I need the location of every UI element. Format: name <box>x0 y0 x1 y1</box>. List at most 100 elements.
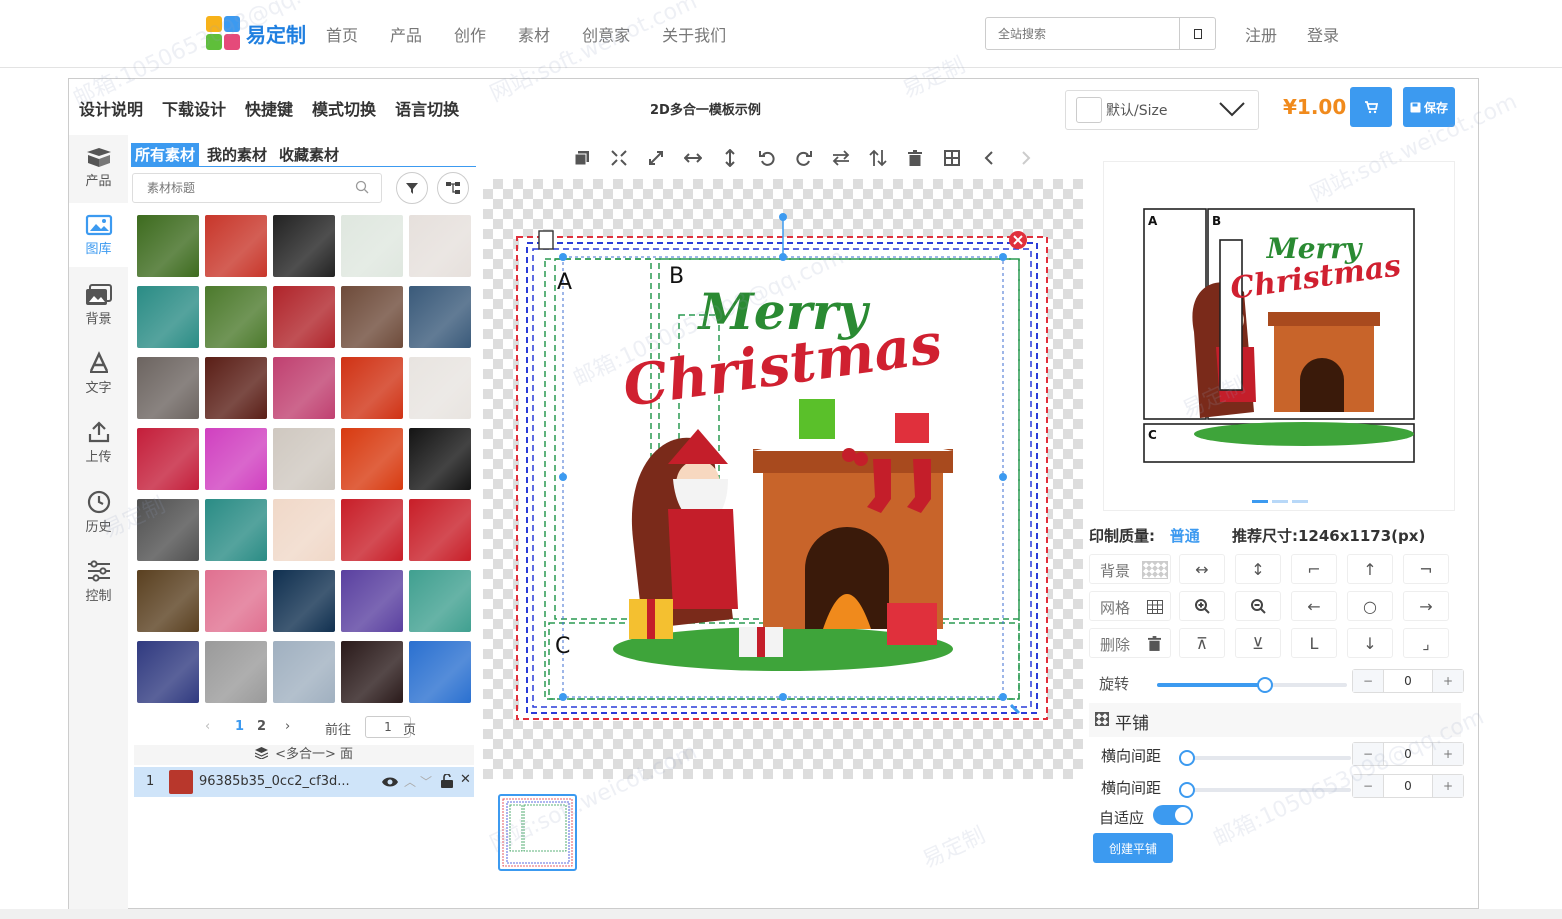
asset-thumbnail[interactable] <box>341 357 403 419</box>
nav-home[interactable]: 首页 <box>326 22 358 46</box>
asset-thumbnail[interactable] <box>137 570 199 632</box>
move-down-button[interactable]: ↓ <box>1347 628 1393 658</box>
nav-products[interactable]: 产品 <box>390 22 422 46</box>
nav-creators[interactable]: 创意家 <box>582 22 630 46</box>
pager-next[interactable]: › <box>285 719 290 734</box>
duplicate-icon[interactable] <box>569 145 595 171</box>
pager-prev[interactable]: ‹ <box>205 719 210 734</box>
close-icon[interactable]: ✕ <box>460 772 471 787</box>
filter-button[interactable] <box>396 172 428 204</box>
sidebar-item-history[interactable]: 历史 <box>69 480 128 544</box>
adaptive-toggle[interactable] <box>1153 805 1193 825</box>
menu-language-switch[interactable]: 语言切换 <box>395 96 459 120</box>
zoom-out-button[interactable] <box>1235 591 1281 621</box>
site-search-button[interactable] <box>1179 18 1215 49</box>
asset-thumbnail[interactable] <box>273 499 335 561</box>
site-search-input[interactable] <box>986 18 1179 49</box>
expand-icon[interactable] <box>643 145 669 171</box>
horizontal-stretch-icon[interactable] <box>680 145 706 171</box>
h-spacing-slider-knob[interactable] <box>1179 750 1195 766</box>
delete-button[interactable]: 删除 <box>1089 628 1171 658</box>
flip-horizontal-icon[interactable] <box>828 145 854 171</box>
asset-thumbnail[interactable] <box>205 286 267 348</box>
tab-favorite-assets[interactable]: 收藏素材 <box>275 143 343 166</box>
search-icon[interactable] <box>355 180 369 194</box>
asset-thumbnail[interactable] <box>409 215 471 277</box>
nav-create[interactable]: 创作 <box>454 22 486 46</box>
asset-thumbnail[interactable] <box>341 641 403 703</box>
bottom-scrollbar[interactable] <box>0 909 1562 919</box>
asset-search-input[interactable] <box>133 174 333 202</box>
asset-thumbnail[interactable] <box>409 499 471 561</box>
menu-shortcuts[interactable]: 快捷键 <box>245 96 293 120</box>
move-up-icon[interactable]: ︿ <box>404 773 416 790</box>
menu-design-guide[interactable]: 设计说明 <box>79 96 143 120</box>
asset-thumbnail[interactable] <box>205 428 267 490</box>
center-button[interactable]: ○ <box>1347 591 1393 621</box>
trash-icon[interactable] <box>902 145 928 171</box>
save-button[interactable]: 保存 <box>1403 87 1455 127</box>
asset-thumbnail[interactable] <box>273 286 335 348</box>
nav-materials[interactable]: 素材 <box>518 22 550 46</box>
asset-thumbnail[interactable] <box>137 215 199 277</box>
v-spacing-slider-knob[interactable] <box>1179 782 1195 798</box>
sidebar-item-gallery[interactable]: 图库 <box>69 203 128 267</box>
asset-thumbnail[interactable] <box>273 357 335 419</box>
asset-thumbnail[interactable] <box>137 499 199 561</box>
asset-thumbnail[interactable] <box>205 499 267 561</box>
rotate-slider-knob[interactable] <box>1257 677 1274 693</box>
zoom-in-button[interactable] <box>1179 591 1225 621</box>
login-link[interactable]: 登录 <box>1307 22 1339 46</box>
chevron-right-icon[interactable] <box>1013 145 1039 171</box>
asset-thumbnail[interactable] <box>273 641 335 703</box>
rotate-increment[interactable]: + <box>1433 670 1463 692</box>
grid-toggle[interactable]: 网格 <box>1089 591 1171 621</box>
asset-thumbnail[interactable] <box>137 641 199 703</box>
asset-thumbnail[interactable] <box>409 428 471 490</box>
asset-thumbnail[interactable] <box>341 428 403 490</box>
sidebar-item-background[interactable]: 背景 <box>69 273 128 337</box>
h-spacing-increment[interactable]: + <box>1433 743 1463 765</box>
asset-thumbnail[interactable] <box>137 357 199 419</box>
logo[interactable]: 易定制 <box>206 16 306 50</box>
asset-thumbnail[interactable] <box>341 286 403 348</box>
asset-thumbnail[interactable] <box>341 570 403 632</box>
tab-all-assets[interactable]: 所有素材 <box>131 143 200 166</box>
v-spacing-value[interactable]: 0 <box>1383 775 1433 797</box>
size-select[interactable]: 默认/Size <box>1065 90 1259 130</box>
move-left-button[interactable]: ← <box>1291 591 1337 621</box>
align-top-left-button[interactable]: ⌐ <box>1291 554 1337 584</box>
asset-thumbnail[interactable] <box>205 641 267 703</box>
align-bottom-right-button[interactable]: ⌟ <box>1403 628 1449 658</box>
rotate-left-icon[interactable] <box>754 145 780 171</box>
asset-thumbnail[interactable] <box>273 428 335 490</box>
h-spacing-decrement[interactable]: − <box>1353 743 1383 765</box>
align-top-right-button[interactable]: ¬ <box>1403 554 1449 584</box>
align-bottom-button[interactable]: ⊻ <box>1235 628 1281 658</box>
asset-thumbnail[interactable] <box>137 286 199 348</box>
chevron-left-icon[interactable] <box>976 145 1002 171</box>
unlock-icon[interactable] <box>441 774 453 788</box>
pager-page-1[interactable]: 1 <box>235 719 244 734</box>
flip-vertical-icon[interactable] <box>865 145 891 171</box>
asset-thumbnail[interactable] <box>409 641 471 703</box>
rotate-slider[interactable] <box>1157 677 1347 693</box>
stretch-horizontal-button[interactable]: ↔ <box>1179 554 1225 584</box>
cart-button[interactable] <box>1350 87 1392 127</box>
align-bottom-left-button[interactable]: L <box>1291 628 1337 658</box>
page-thumbnail[interactable] <box>498 794 577 871</box>
asset-thumbnail[interactable] <box>409 357 471 419</box>
asset-thumbnail[interactable] <box>137 428 199 490</box>
asset-thumbnail[interactable] <box>273 215 335 277</box>
background-toggle[interactable]: 背景 <box>1089 554 1171 584</box>
sidebar-item-text[interactable]: 文字 <box>69 341 128 405</box>
h-spacing-value[interactable]: 0 <box>1383 743 1433 765</box>
move-down-icon[interactable]: ﹀ <box>420 773 432 790</box>
asset-thumbnail[interactable] <box>273 570 335 632</box>
shrink-icon[interactable] <box>606 145 632 171</box>
v-spacing-decrement[interactable]: − <box>1353 775 1383 797</box>
asset-thumbnail[interactable] <box>341 499 403 561</box>
align-top-button[interactable]: ⊼ <box>1179 628 1225 658</box>
layer-row[interactable]: 1 96385b35_0cc2_cf3d... ︿ ﹀ ✕ <box>134 767 474 797</box>
asset-thumbnail[interactable] <box>341 215 403 277</box>
